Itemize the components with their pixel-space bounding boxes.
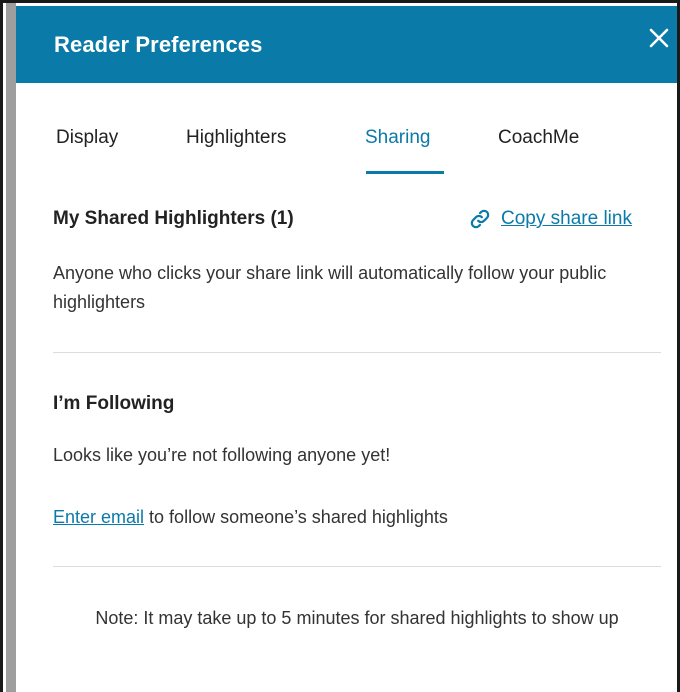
tab-sharing[interactable]: Sharing [365,127,431,163]
tab-highlighters[interactable]: Highlighters [186,127,286,163]
shared-description: Anyone who clicks your share link will a… [53,263,607,312]
enter-email-suffix: to follow someone’s shared highlights [144,507,448,527]
copy-share-link[interactable]: Copy share link [469,205,632,233]
panel-header: Reader Preferences [16,6,677,83]
following-empty-text: Looks like you’re not following anyone y… [53,445,391,465]
enter-email-link[interactable]: Enter email [53,507,144,527]
link-icon [469,208,491,230]
tab-coachme[interactable]: CoachMe [498,127,579,163]
panel-title: Reader Preferences [54,32,263,57]
active-tab-indicator [366,171,444,174]
close-button[interactable] [645,24,673,52]
tab-display[interactable]: Display [56,127,118,163]
enter-email-row: Enter email to follow someone’s shared h… [53,503,448,532]
following-title: I’m Following [53,393,175,414]
panel-left-edge [6,3,16,692]
section-divider [53,352,661,353]
section-divider [53,566,661,567]
close-icon [649,28,669,48]
shared-highlighters-title: My Shared Highlighters (1) [53,208,294,229]
preferences-tabs: Display Highlighters Sharing CoachMe [16,127,677,177]
reader-preferences-panel: Reader Preferences Display Highlighters … [0,0,680,692]
copy-share-link-label[interactable]: Copy share link [501,208,632,230]
sharing-note: Note: It may take up to 5 minutes for sh… [95,608,619,628]
